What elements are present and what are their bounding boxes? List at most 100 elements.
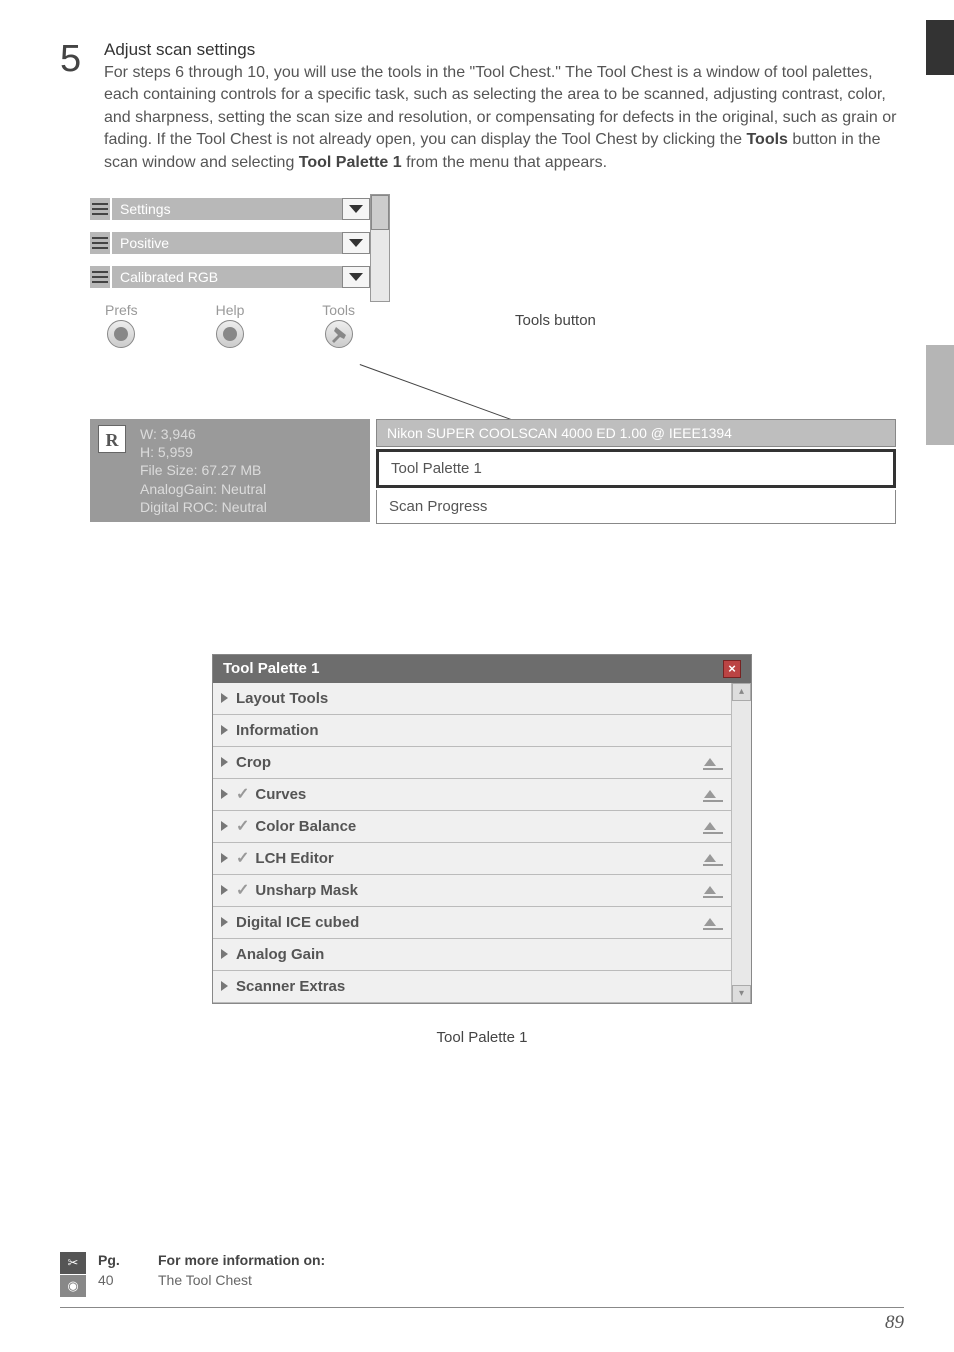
- analog-gain-readout: AnalogGain: Neutral: [140, 480, 360, 498]
- palette-row-label: Analog Gain: [236, 946, 324, 963]
- check-icon: ✓: [236, 880, 249, 900]
- scanner-name: Nikon SUPER COOLSCAN 4000 ED 1.00 @ IEEE…: [376, 419, 896, 447]
- settings-panel: Settings Positive Calibrated RGB Prefs H…: [90, 194, 370, 348]
- tools-label: Tools: [322, 302, 355, 318]
- step-title: Adjust scan settings: [104, 40, 904, 60]
- palette-row-label: Unsharp Mask: [255, 882, 358, 899]
- check-icon: ✓: [236, 784, 249, 804]
- palette-section-lch-editor[interactable]: ✓ LCH Editor: [213, 843, 731, 875]
- prefs-label: Prefs: [105, 302, 138, 318]
- chevron-down-icon[interactable]: [342, 198, 370, 220]
- palette-row-label: Color Balance: [255, 818, 356, 835]
- palette-title-text: Tool Palette 1: [223, 660, 319, 677]
- close-icon[interactable]: ×: [723, 660, 741, 678]
- tool-palette-titlebar[interactable]: Tool Palette 1 ×: [213, 655, 751, 683]
- palette-section-information[interactable]: Information: [213, 715, 731, 747]
- dropdown-label: Positive: [112, 232, 342, 254]
- tools-menu: Nikon SUPER COOLSCAN 4000 ED 1.00 @ IEEE…: [376, 419, 896, 524]
- palette-section-curves[interactable]: ✓ Curves: [213, 779, 731, 811]
- scan-info-block: R W: 3,946 H: 5,959 File Size: 67.27 MB …: [90, 419, 370, 522]
- palette-section-layout-tools[interactable]: Layout Tools: [213, 683, 731, 715]
- prefs-button[interactable]: Prefs: [105, 302, 138, 348]
- expand-triangle-icon: [221, 789, 228, 799]
- palette-section-digital-ice-cubed[interactable]: Digital ICE cubed: [213, 907, 731, 939]
- dropdown-label: Settings: [112, 198, 342, 220]
- expand-triangle-icon: [221, 981, 228, 991]
- tools-button-callout: Tools button: [515, 312, 596, 329]
- palette-row-label: LCH Editor: [255, 850, 333, 867]
- step-number: 5: [60, 40, 90, 78]
- positive-dropdown[interactable]: Positive: [90, 228, 370, 258]
- step-5: 5 Adjust scan settings For steps 6 throu…: [60, 40, 904, 174]
- digital-roc-readout: Digital ROC: Neutral: [140, 498, 360, 516]
- palette-row-label: Information: [236, 722, 319, 739]
- menu-item-scan-progress[interactable]: Scan Progress: [376, 490, 896, 524]
- filesize-readout: File Size: 67.27 MB: [140, 461, 360, 479]
- palette-row-label: Digital ICE cubed: [236, 914, 359, 931]
- reset-icon[interactable]: [703, 786, 723, 802]
- palette-row-label: Curves: [255, 786, 306, 803]
- reset-icon[interactable]: [703, 754, 723, 770]
- list-icon: [90, 266, 110, 288]
- list-icon: [90, 198, 110, 220]
- reset-icon[interactable]: [703, 882, 723, 898]
- chevron-down-icon[interactable]: [342, 232, 370, 254]
- reset-icon[interactable]: [703, 850, 723, 866]
- footer-topic: The Tool Chest: [158, 1272, 252, 1288]
- page-corner-tab: [926, 20, 954, 75]
- toolbar-row: Prefs Help Tools: [90, 302, 370, 348]
- side-tab: [926, 345, 954, 445]
- help-button[interactable]: Help: [216, 302, 245, 348]
- palette-section-crop[interactable]: Crop: [213, 747, 731, 779]
- expand-triangle-icon: [221, 885, 228, 895]
- palette-section-analog-gain[interactable]: Analog Gain: [213, 939, 731, 971]
- tools-icon: [325, 320, 353, 348]
- rotation-badge: R: [98, 425, 126, 453]
- palette-row-label: Crop: [236, 754, 271, 771]
- footer-divider: [60, 1307, 904, 1308]
- tool-palette-window: Tool Palette 1 × Layout Tools Information…: [212, 654, 752, 1004]
- check-icon: ✓: [236, 848, 249, 868]
- expand-triangle-icon: [221, 693, 228, 703]
- palette-scrollbar[interactable]: ▴ ▾: [731, 683, 751, 1003]
- palette-list: Layout Tools Information Crop ✓ Curves ✓ Color…: [213, 683, 731, 1003]
- page-number: 89: [885, 1312, 904, 1334]
- scan-window-figure: Settings Positive Calibrated RGB Prefs H…: [90, 194, 904, 594]
- palette-row-label: Scanner Extras: [236, 978, 345, 995]
- scroll-down-icon[interactable]: ▾: [732, 985, 751, 1003]
- dropdown-label: Calibrated RGB: [112, 266, 342, 288]
- chevron-down-icon[interactable]: [342, 266, 370, 288]
- expand-triangle-icon: [221, 917, 228, 927]
- palette-row-label: Layout Tools: [236, 690, 328, 707]
- height-readout: H: 5,959: [140, 443, 360, 461]
- palette-section-color-balance[interactable]: ✓ Color Balance: [213, 811, 731, 843]
- help-label: Help: [216, 302, 245, 318]
- scroll-up-icon[interactable]: ▴: [732, 683, 751, 701]
- colorspace-dropdown[interactable]: Calibrated RGB: [90, 262, 370, 292]
- footer-pg-header: Pg.: [98, 1252, 128, 1268]
- expand-triangle-icon: [221, 949, 228, 959]
- prefs-icon: [107, 320, 135, 348]
- reset-icon[interactable]: [703, 914, 723, 930]
- expand-triangle-icon: [221, 725, 228, 735]
- menu-item-tool-palette-1[interactable]: Tool Palette 1: [376, 449, 896, 488]
- width-readout: W: 3,946: [140, 425, 360, 443]
- step-description: For steps 6 through 10, you will use the…: [104, 62, 904, 174]
- disc-icon: ◉: [60, 1275, 86, 1297]
- reset-icon[interactable]: [703, 818, 723, 834]
- scrollbar-thumb[interactable]: [371, 195, 389, 230]
- scrollbar[interactable]: [370, 194, 390, 302]
- footer-pg-value: 40: [98, 1272, 128, 1288]
- palette-section-unsharp-mask[interactable]: ✓ Unsharp Mask: [213, 875, 731, 907]
- palette-section-scanner-extras[interactable]: Scanner Extras: [213, 971, 731, 1003]
- footer-info-header: For more information on:: [158, 1252, 325, 1268]
- check-icon: ✓: [236, 816, 249, 836]
- scissors-icon: ✂: [60, 1252, 86, 1274]
- tools-button[interactable]: Tools: [322, 302, 355, 348]
- expand-triangle-icon: [221, 757, 228, 767]
- expand-triangle-icon: [221, 853, 228, 863]
- settings-dropdown[interactable]: Settings: [90, 194, 370, 224]
- figure-caption: Tool Palette 1: [60, 1029, 904, 1046]
- help-icon: [216, 320, 244, 348]
- expand-triangle-icon: [221, 821, 228, 831]
